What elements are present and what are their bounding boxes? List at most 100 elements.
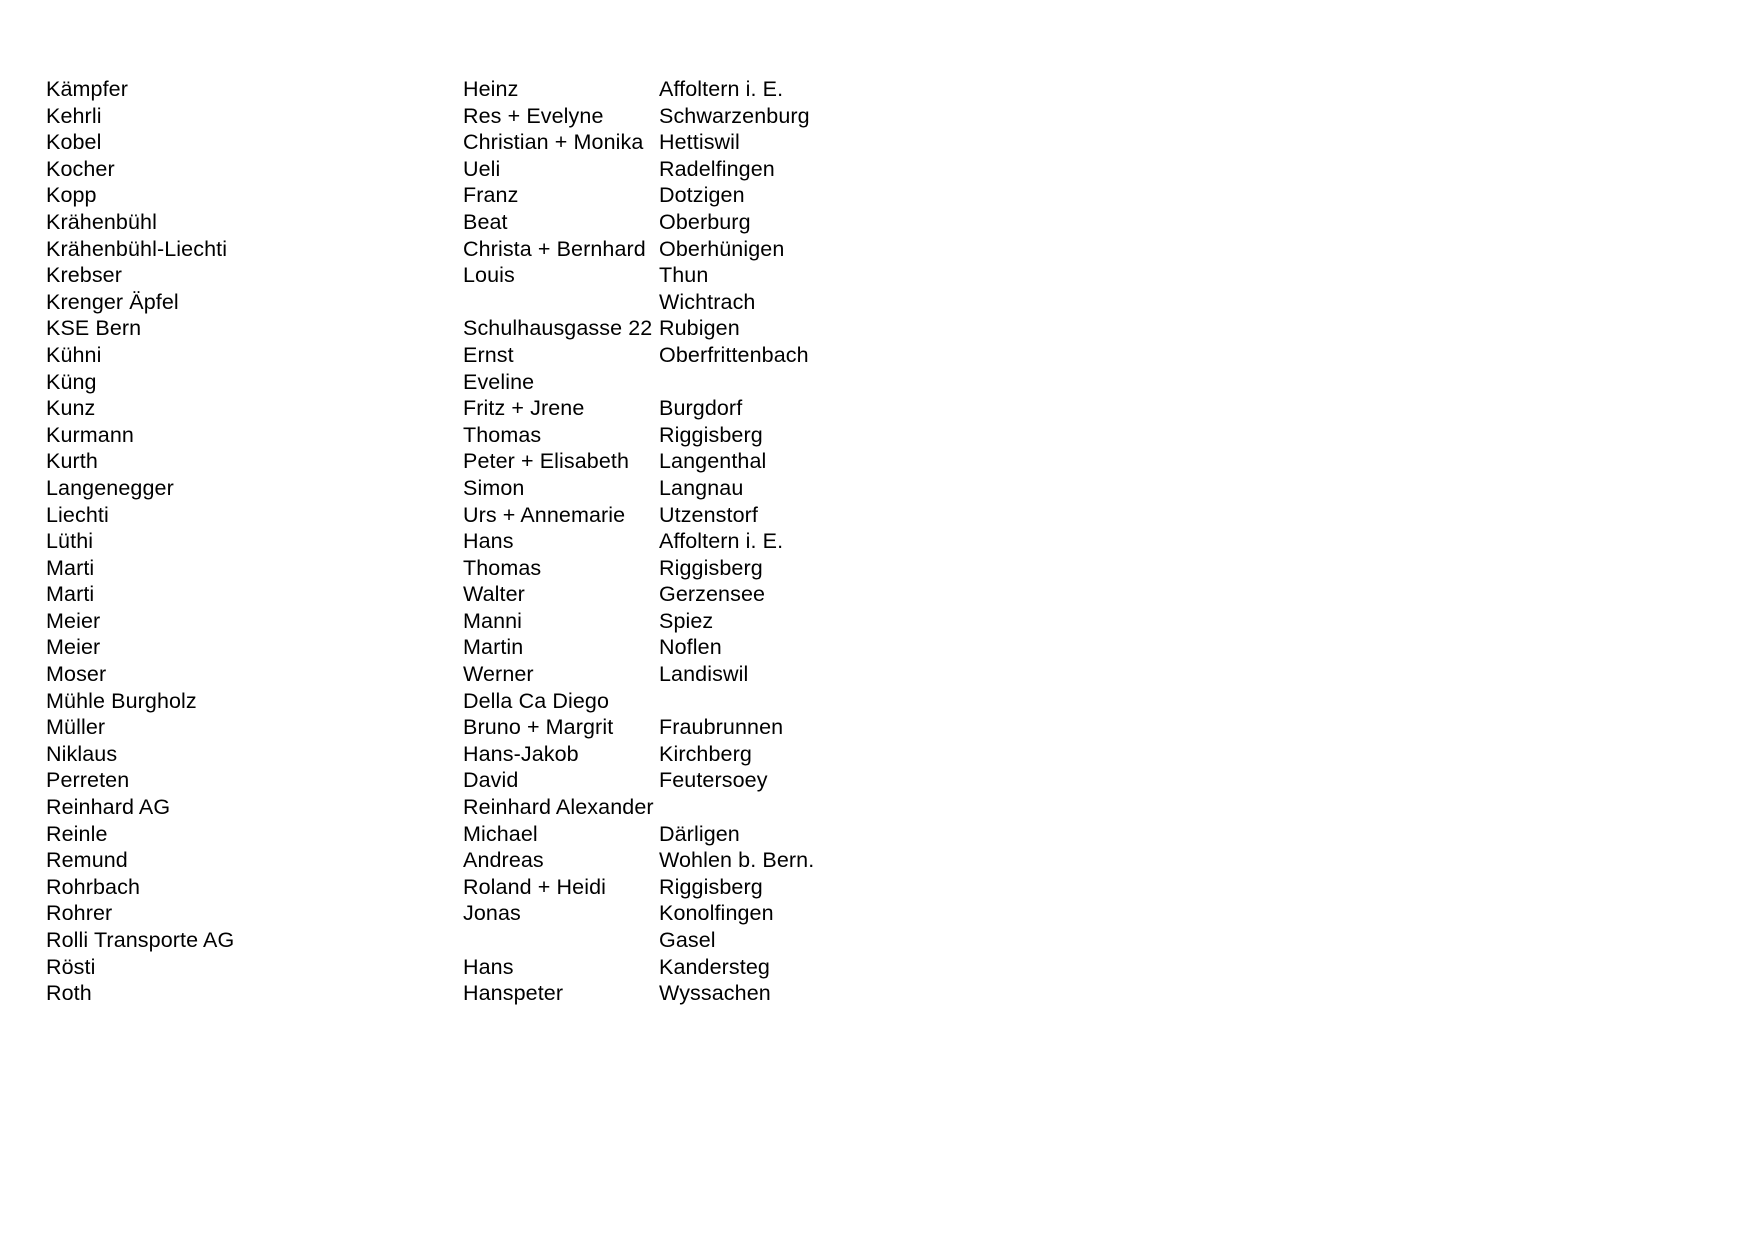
forename-cell: Peter + Elisabeth (463, 449, 630, 474)
place-cell (659, 794, 1059, 821)
place-cell: Oberburg (659, 209, 751, 234)
table-row: Rolli Transporte AG Gasel (46, 927, 1059, 954)
place-cell: Noflen (659, 635, 722, 660)
surname-cell: Kurmann (46, 422, 134, 447)
surname-cell: Marti (46, 555, 95, 580)
surname-cell: Liechti (46, 502, 109, 527)
forename-cell: Christian + Monika (463, 130, 644, 155)
table-row: Kopp Franz Dotzigen (46, 182, 1059, 209)
place-cell: Wyssachen (659, 981, 771, 1006)
forename-cell: Ernst (463, 342, 514, 367)
place-cell: Oberfrittenbach (659, 342, 809, 367)
table-row: Krähenbühl-Liechti Christa + Bernhard Ober… (46, 236, 1059, 263)
place-cell: Affoltern i. E. (659, 77, 784, 101)
place-cell (659, 688, 1059, 715)
place-cell: Landiswil (659, 662, 749, 687)
forename-cell: Reinhard Alexander (463, 795, 654, 820)
place-cell (659, 369, 1059, 396)
table-row: Langenegger Simon Langnau (46, 475, 1059, 502)
surname-cell: Niklaus (46, 741, 118, 766)
table-row: Kehrli Res + Evelyne Schwarzenburg (46, 103, 1059, 130)
surname-cell: Perreten (46, 768, 130, 793)
place-cell: Burgdorf (659, 396, 743, 421)
place-cell: Wohlen b. Bern. (659, 848, 815, 873)
table-row: Krebser Louis Thun (46, 262, 1059, 289)
surname-cell: Kehrli (46, 103, 102, 128)
place-cell: Riggisberg (659, 874, 763, 899)
forename-cell: Roland + Heidi (463, 874, 607, 899)
table-row: Kunz Fritz + Jrene Burgdorf (46, 395, 1059, 422)
surname-cell: Kopp (46, 183, 97, 208)
surname-cell: Kunz (46, 396, 96, 421)
surname-cell: Roth (46, 981, 92, 1006)
forename-cell: Simon (463, 475, 525, 500)
forename-cell: Schulhausgasse 22 (463, 316, 653, 341)
table-row: Kurmann Thomas Riggisberg (46, 422, 1059, 449)
forename-cell: Thomas (463, 422, 542, 447)
surname-cell: Marti (46, 582, 95, 607)
surname-cell: Lüthi (46, 529, 94, 554)
surname-cell: Kämpfer (46, 77, 128, 101)
place-cell: Langnau (659, 475, 744, 500)
place-cell: Konolfingen (659, 901, 774, 926)
forename-cell: Della Ca Diego (463, 688, 609, 713)
forename-cell: Jonas (463, 901, 521, 926)
place-cell: Spiez (659, 608, 714, 633)
table-row: Müller Bruno + Margrit Fraubrunnen (46, 714, 1059, 741)
place-cell: Radelfingen (659, 156, 775, 181)
table-row: Meier Manni Spiez (46, 608, 1059, 635)
forename-cell: Fritz + Jrene (463, 396, 585, 421)
forename-cell: Eveline (463, 369, 535, 394)
place-cell: Fraubrunnen (659, 715, 784, 740)
document-page: Kämpfer Heinz Affoltern i. E. Kehrli Res + E… (0, 0, 1754, 1240)
table-row: Lüthi Hans Affoltern i. E. (46, 528, 1059, 555)
place-cell: Rubigen (659, 316, 740, 341)
surname-cell: Rösti (46, 954, 96, 979)
table-row: KSE Bern Schulhausgasse 22 Rubigen (46, 315, 1059, 342)
table-row: Kämpfer Heinz Affoltern i. E. (46, 76, 1059, 103)
forename-cell: Beat (463, 209, 508, 234)
table-row: Reinhard AG Reinhard Alexander (46, 794, 1059, 821)
place-cell: Langenthal (659, 449, 767, 474)
place-cell: Dotzigen (659, 183, 745, 208)
forename-cell: Hans-Jakob (463, 741, 579, 766)
table-row: Kurth Peter + Elisabeth Langenthal (46, 448, 1059, 475)
forename-cell: Walter (463, 582, 525, 607)
surname-cell: Krähenbühl-Liechti (46, 236, 228, 261)
forename-cell: Andreas (463, 848, 544, 873)
forename-cell: Thomas (463, 555, 542, 580)
place-cell: Kandersteg (659, 954, 770, 979)
surname-cell: Kobel (46, 130, 102, 155)
surname-cell: Krähenbühl (46, 209, 157, 234)
place-cell: Schwarzenburg (659, 103, 810, 128)
surname-cell: Moser (46, 662, 107, 687)
table-row: Moser Werner Landiswil (46, 661, 1059, 688)
forename-cell: Louis (463, 263, 515, 288)
table-row: Reinle Michael Därligen (46, 821, 1059, 848)
forename-cell (463, 927, 659, 954)
table-row: Mühle Burgholz Della Ca Diego (46, 688, 1059, 715)
surname-cell: Rohrbach (46, 874, 141, 899)
place-cell: Gasel (659, 928, 716, 952)
forename-cell: Hanspeter (463, 981, 564, 1006)
forename-cell: David (463, 768, 519, 793)
table-row: Perreten David Feutersoey (46, 767, 1059, 794)
place-cell: Riggisberg (659, 555, 763, 580)
forename-cell: Ueli (463, 156, 501, 181)
forename-cell: Michael (463, 821, 538, 846)
table-row: Roth Hanspeter Wyssachen (46, 980, 1059, 1007)
table-row: Niklaus Hans-Jakob Kirchberg (46, 741, 1059, 768)
table-row: Küng Eveline (46, 369, 1059, 396)
surname-cell: Remund (46, 848, 128, 873)
table-row: Rohrbach Roland + Heidi Riggisberg (46, 874, 1059, 901)
forename-cell: Bruno + Margrit (463, 715, 614, 740)
surname-cell: Müller (46, 715, 106, 740)
surname-cell: Kocher (46, 156, 115, 181)
forename-cell: Res + Evelyne (463, 103, 604, 128)
table-row: Marti Thomas Riggisberg (46, 555, 1059, 582)
place-cell: Riggisberg (659, 422, 763, 447)
name-address-table: Kämpfer Heinz Affoltern i. E. Kehrli Res + E… (46, 76, 1059, 1007)
table-row: Kocher Ueli Radelfingen (46, 156, 1059, 183)
place-cell: Kirchberg (659, 741, 752, 766)
place-cell: Oberhünigen (659, 236, 785, 261)
